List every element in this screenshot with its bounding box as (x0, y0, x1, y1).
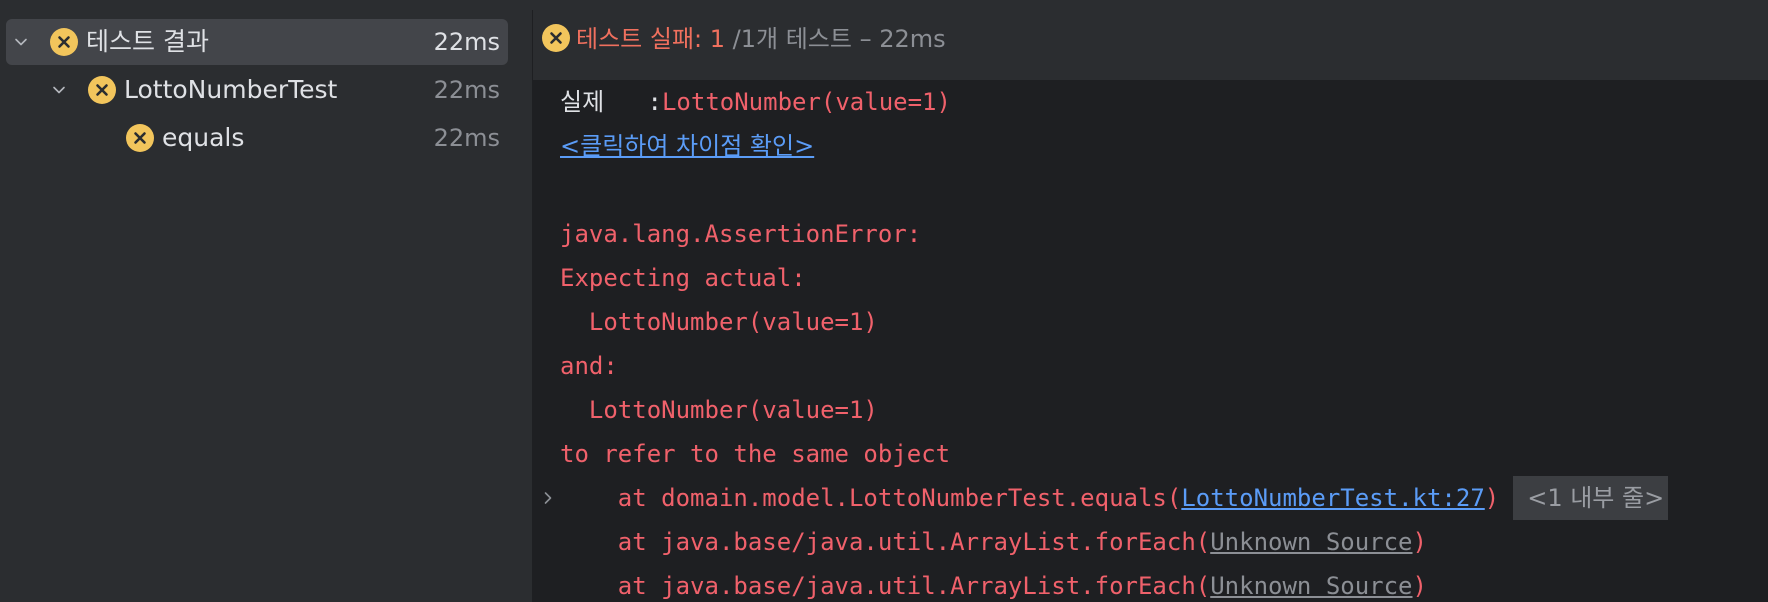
actual-value: LottoNumber(value=1) (661, 88, 951, 116)
output-line: LottoNumber(value=1) (560, 396, 878, 424)
output-line: Expecting actual: (560, 264, 806, 292)
failed-icon (126, 124, 154, 152)
chevron-down-icon[interactable] (52, 83, 66, 97)
unknown-source-link[interactable]: Unknown Source (1210, 528, 1412, 556)
tree-item-equals[interactable]: equals 22ms (6, 115, 508, 161)
stack-frame-close: ) (1412, 528, 1427, 556)
stack-trace-line: at java.base/java.util.ArrayList.forEach… (560, 564, 1427, 602)
tree-item-label: equals (162, 123, 245, 152)
internal-lines-badge[interactable]: <1 내부 줄> (1513, 476, 1669, 520)
output-line: java.lang.AssertionError: (560, 220, 922, 248)
test-summary: 테스트 실패: 1 /1개 테스트 – 22ms (576, 10, 946, 68)
total-tests-text: /1개 테스트 – 22ms (725, 25, 946, 53)
stack-frame-close: ) (1412, 572, 1427, 600)
failed-icon (50, 28, 78, 56)
diff-link-line: <클릭하여 차이점 확인> (560, 124, 814, 168)
failed-count-text: 테스트 실패: 1 (576, 25, 726, 53)
unknown-source-link[interactable]: Unknown Source (1210, 572, 1412, 600)
actual-label: 실제 (560, 88, 605, 116)
stack-frame-text: at domain.model.LottoNumberTest.equals( (560, 484, 1182, 512)
tree-item-duration: 22ms (433, 28, 500, 56)
stack-frame-close: ) (1484, 484, 1500, 512)
failed-icon (542, 24, 570, 52)
tree-item-duration: 22ms (433, 124, 500, 152)
chevron-down-icon[interactable] (14, 35, 28, 49)
tree-item-label: LottoNumberTest (124, 75, 338, 104)
test-status-bar: 테스트 실패: 1 /1개 테스트 – 22ms (533, 10, 1768, 80)
test-output-panel: 테스트 실패: 1 /1개 테스트 – 22ms 실제 :LottoNumber… (533, 10, 1768, 602)
chevron-right-icon[interactable] (541, 491, 555, 505)
failed-icon (88, 76, 116, 104)
source-link[interactable]: LottoNumberTest.kt:27 (1181, 484, 1484, 512)
stack-frame-text: at java.base/java.util.ArrayList.forEach… (560, 572, 1211, 600)
test-results-tree: 테스트 결과 22ms LottoNumberTest 22ms equals … (0, 10, 533, 602)
output-line: to refer to the same object (560, 440, 951, 468)
tree-item-lottonumbertest[interactable]: LottoNumberTest 22ms (6, 67, 508, 113)
output-line: LottoNumber(value=1) (560, 308, 878, 336)
stack-frame-text: at java.base/java.util.ArrayList.forEach… (560, 528, 1211, 556)
actual-colon: : (604, 88, 662, 116)
stack-trace-line: at domain.model.LottoNumberTest.equals(L… (560, 476, 1669, 520)
stack-trace-line: at java.base/java.util.ArrayList.forEach… (560, 520, 1427, 564)
tree-item-duration: 22ms (433, 76, 500, 104)
output-line: and: (560, 352, 618, 380)
tree-item-label: 테스트 결과 (86, 27, 209, 56)
console-output[interactable]: 실제 :LottoNumber(value=1) <클릭하여 차이점 확인> j… (533, 80, 1768, 602)
show-difference-link[interactable]: <클릭하여 차이점 확인> (560, 132, 814, 160)
actual-value-line: 실제 :LottoNumber(value=1) (560, 80, 951, 124)
tree-item-test-results[interactable]: 테스트 결과 22ms (6, 19, 508, 65)
